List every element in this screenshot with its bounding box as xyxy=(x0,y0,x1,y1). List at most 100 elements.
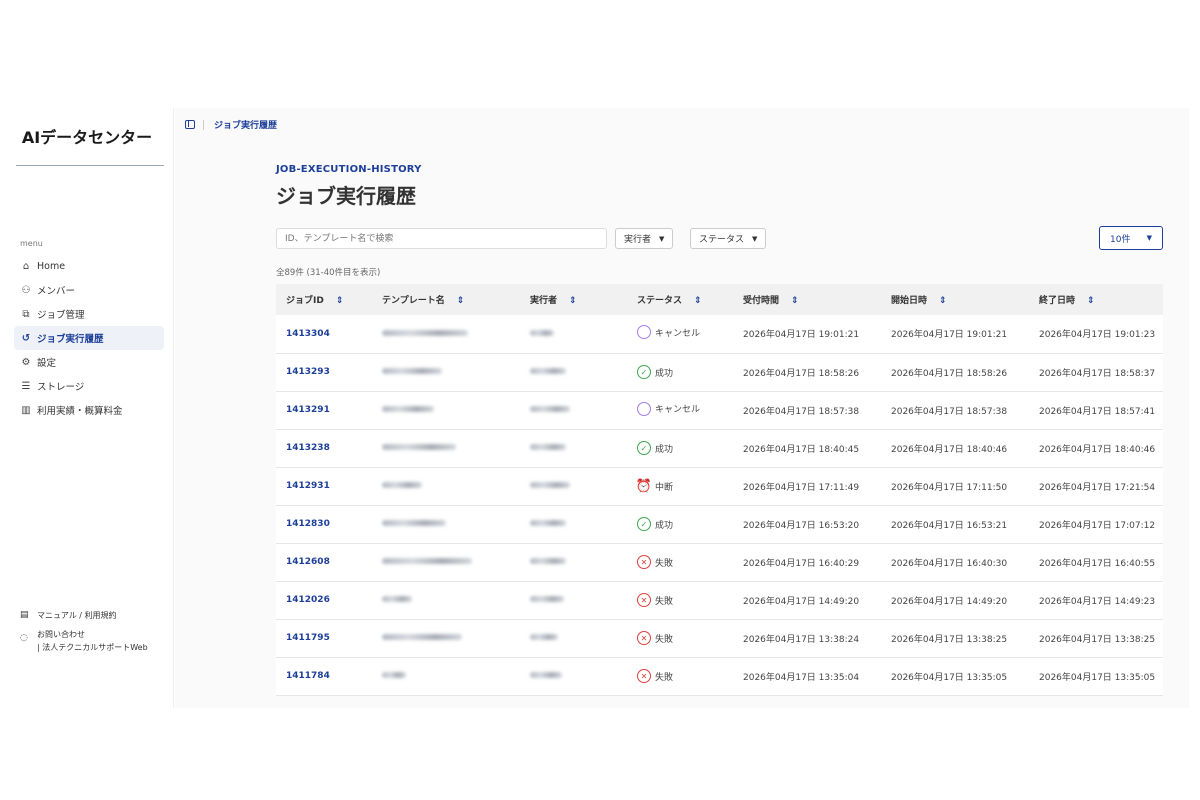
status-cell: キャンセル xyxy=(627,315,733,353)
circle-icon xyxy=(637,401,651,416)
redacted-executor xyxy=(530,329,554,336)
job-id-link[interactable]: 1412830 xyxy=(276,505,372,543)
sidebar-item-usage[interactable]: ▥ 利用実績・概算料金 xyxy=(14,398,164,422)
sort-icon[interactable]: ⇕ xyxy=(694,296,702,306)
main-content: ジョブ実行履歴 JOB-EXECUTION-HISTORY ジョブ実行履歴 実行… xyxy=(175,108,1189,708)
table-row[interactable]: 1413304 キャンセル 2026年04月17日 19:01:21 2026年04月… xyxy=(276,315,1163,353)
template-name-cell xyxy=(372,657,520,695)
sidebar-item-members[interactable]: ⚇ メンバー xyxy=(14,278,164,302)
start-time-cell: 2026年04月17日 16:53:21 xyxy=(891,520,1008,531)
column-header-label: ステータス xyxy=(637,296,683,306)
caret-down-icon: ▼ xyxy=(1146,234,1152,242)
chat-icon: ◌ xyxy=(20,633,28,643)
job-id-link[interactable]: 1412931 xyxy=(276,467,372,505)
sidebar-item-job-history[interactable]: ↺ ジョブ実行履歴 xyxy=(14,326,164,350)
status-badge: キャンセル xyxy=(637,401,701,416)
executor-cell xyxy=(520,657,627,695)
table-row[interactable]: 1413238 ✓ 成功 2026年04月17日 18:40:45 2026年04月17… xyxy=(276,429,1163,467)
check-circle-icon: ✓ xyxy=(637,441,651,455)
status-filter-label: ステータス xyxy=(699,235,745,245)
table-row[interactable]: 1412608 ✕ 失敗 2026年04月17日 16:40:29 2026年04月17… xyxy=(276,543,1163,581)
x-circle-icon: ✕ xyxy=(637,593,651,607)
per-page-select[interactable]: 10件 ▼ xyxy=(1099,226,1163,250)
job-id-link[interactable]: 1413304 xyxy=(276,315,372,353)
contact-link[interactable]: ◌ お問い合わせ | 法人テクニカルサポートWeb xyxy=(20,629,170,653)
table-row[interactable]: 1412830 ✓ 成功 2026年04月17日 16:53:20 2026年04月17… xyxy=(276,505,1163,543)
sort-icon[interactable]: ⇕ xyxy=(457,296,465,306)
sort-icon[interactable]: ⇕ xyxy=(569,296,577,306)
executor-cell xyxy=(520,391,627,429)
breadcrumb: ジョブ実行履歴 xyxy=(185,118,277,131)
status-badge: ✕ 失敗 xyxy=(637,631,673,645)
sidebar-item-settings[interactable]: ⚙ 設定 xyxy=(14,350,164,374)
breadcrumb-current[interactable]: ジョブ実行履歴 xyxy=(214,118,277,131)
status-badge: ✓ 成功 xyxy=(637,441,673,455)
sidebar-toggle-icon[interactable] xyxy=(185,120,195,129)
sort-icon[interactable]: ⇕ xyxy=(336,296,344,306)
received-time-cell: 2026年04月17日 17:11:49 xyxy=(743,482,860,493)
start-time-cell: 2026年04月17日 13:38:25 xyxy=(891,634,1008,645)
manual-link[interactable]: ▤ マニュアル / 利用規約 xyxy=(20,610,170,621)
end-time-cell: 2026年04月17日 13:38:25 xyxy=(1039,634,1156,645)
status-label: 成功 xyxy=(655,520,674,531)
sidebar-item-storage[interactable]: ☰ ストレージ xyxy=(14,374,164,398)
table-row[interactable]: 1411784 ✕ 失敗 2026年04月17日 13:35:04 2026年04月17… xyxy=(276,657,1163,695)
executor-filter-dropdown[interactable]: 実行者 ▼ xyxy=(615,228,674,249)
job-id-link[interactable]: 1413293 xyxy=(276,353,372,391)
per-page-value: 10件 xyxy=(1110,234,1131,245)
start-time-cell: 2026年04月17日 18:58:26 xyxy=(891,368,1008,379)
sidebar-item-label: ジョブ管理 xyxy=(37,310,85,321)
sidebar-item-home[interactable]: ⌂ Home xyxy=(14,254,164,278)
end-time-cell: 2026年04月17日 14:49:23 xyxy=(1039,596,1156,607)
job-id-link[interactable]: 1412608 xyxy=(276,543,372,581)
executor-cell xyxy=(520,505,627,543)
template-name-cell xyxy=(372,505,520,543)
table-row[interactable]: 1411795 ✕ 失敗 2026年04月17日 13:38:24 2026年04月17… xyxy=(276,619,1163,657)
column-header-label: 受付時間 xyxy=(743,296,780,306)
check-circle-icon: ✓ xyxy=(637,365,651,379)
history-icon: ↺ xyxy=(21,332,31,344)
redacted-template-name xyxy=(382,482,422,488)
template-name-cell xyxy=(372,391,520,429)
column-header[interactable]: ジョブID ⇕ xyxy=(276,284,372,315)
column-header[interactable]: 実行者 ⇕ xyxy=(520,284,627,315)
sidebar-item-label: Home xyxy=(37,260,66,272)
column-header[interactable]: 開始日時 ⇕ xyxy=(881,284,1029,315)
search-input[interactable] xyxy=(276,228,607,249)
status-filter-dropdown[interactable]: ステータス ▼ xyxy=(690,228,767,249)
table-row[interactable]: 1412026 ✕ 失敗 2026年04月17日 14:49:20 2026年04月17… xyxy=(276,581,1163,619)
sidebar-item-label: ストレージ xyxy=(37,382,85,393)
column-header[interactable]: テンプレート名 ⇕ xyxy=(372,284,520,315)
executor-cell xyxy=(520,429,627,467)
redacted-template-name xyxy=(382,444,456,450)
status-cell: ✕ 失敗 xyxy=(627,657,733,695)
chart-icon: ▥ xyxy=(21,404,31,416)
copy-icon: ⧉ xyxy=(22,308,30,320)
status-cell: ✓ 成功 xyxy=(627,353,733,391)
end-time-cell: 2026年04月17日 13:35:05 xyxy=(1039,672,1156,683)
table-row[interactable]: 1413293 ✓ 成功 2026年04月17日 18:58:26 2026年04月17… xyxy=(276,353,1163,391)
job-id-link[interactable]: 1411784 xyxy=(276,657,372,695)
end-time-cell: 2026年04月17日 18:58:37 xyxy=(1039,368,1156,379)
table-row[interactable]: 1412931 ⏰ 中断 2026年04月17日 17:11:49 2026年04月17… xyxy=(276,467,1163,505)
status-badge: ✕ 失敗 xyxy=(637,593,673,607)
status-label: 中断 xyxy=(655,482,674,493)
status-label: キャンセル xyxy=(655,405,701,415)
job-id-link[interactable]: 1413238 xyxy=(276,429,372,467)
members-icon: ⚇ xyxy=(21,284,31,296)
redacted-executor xyxy=(530,406,570,412)
column-header[interactable]: 受付時間 ⇕ xyxy=(733,284,881,315)
job-id-link[interactable]: 1412026 xyxy=(276,581,372,619)
redacted-template-name xyxy=(382,406,434,412)
column-header[interactable]: 終了日時 ⇕ xyxy=(1029,284,1163,315)
sort-icon[interactable]: ⇕ xyxy=(939,296,947,306)
received-time-cell: 2026年04月17日 14:49:20 xyxy=(743,596,860,607)
column-header-label: テンプレート名 xyxy=(382,296,445,306)
job-id-link[interactable]: 1413291 xyxy=(276,391,372,429)
column-header[interactable]: ステータス ⇕ xyxy=(627,284,733,315)
job-id-link[interactable]: 1411795 xyxy=(276,619,372,657)
sort-icon[interactable]: ⇕ xyxy=(1087,296,1095,306)
sort-icon[interactable]: ⇕ xyxy=(791,296,799,306)
sidebar-item-job-management[interactable]: ⧉ ジョブ管理 xyxy=(14,302,164,326)
table-row[interactable]: 1413291 キャンセル 2026年04月17日 18:57:38 2026年04月… xyxy=(276,391,1163,429)
